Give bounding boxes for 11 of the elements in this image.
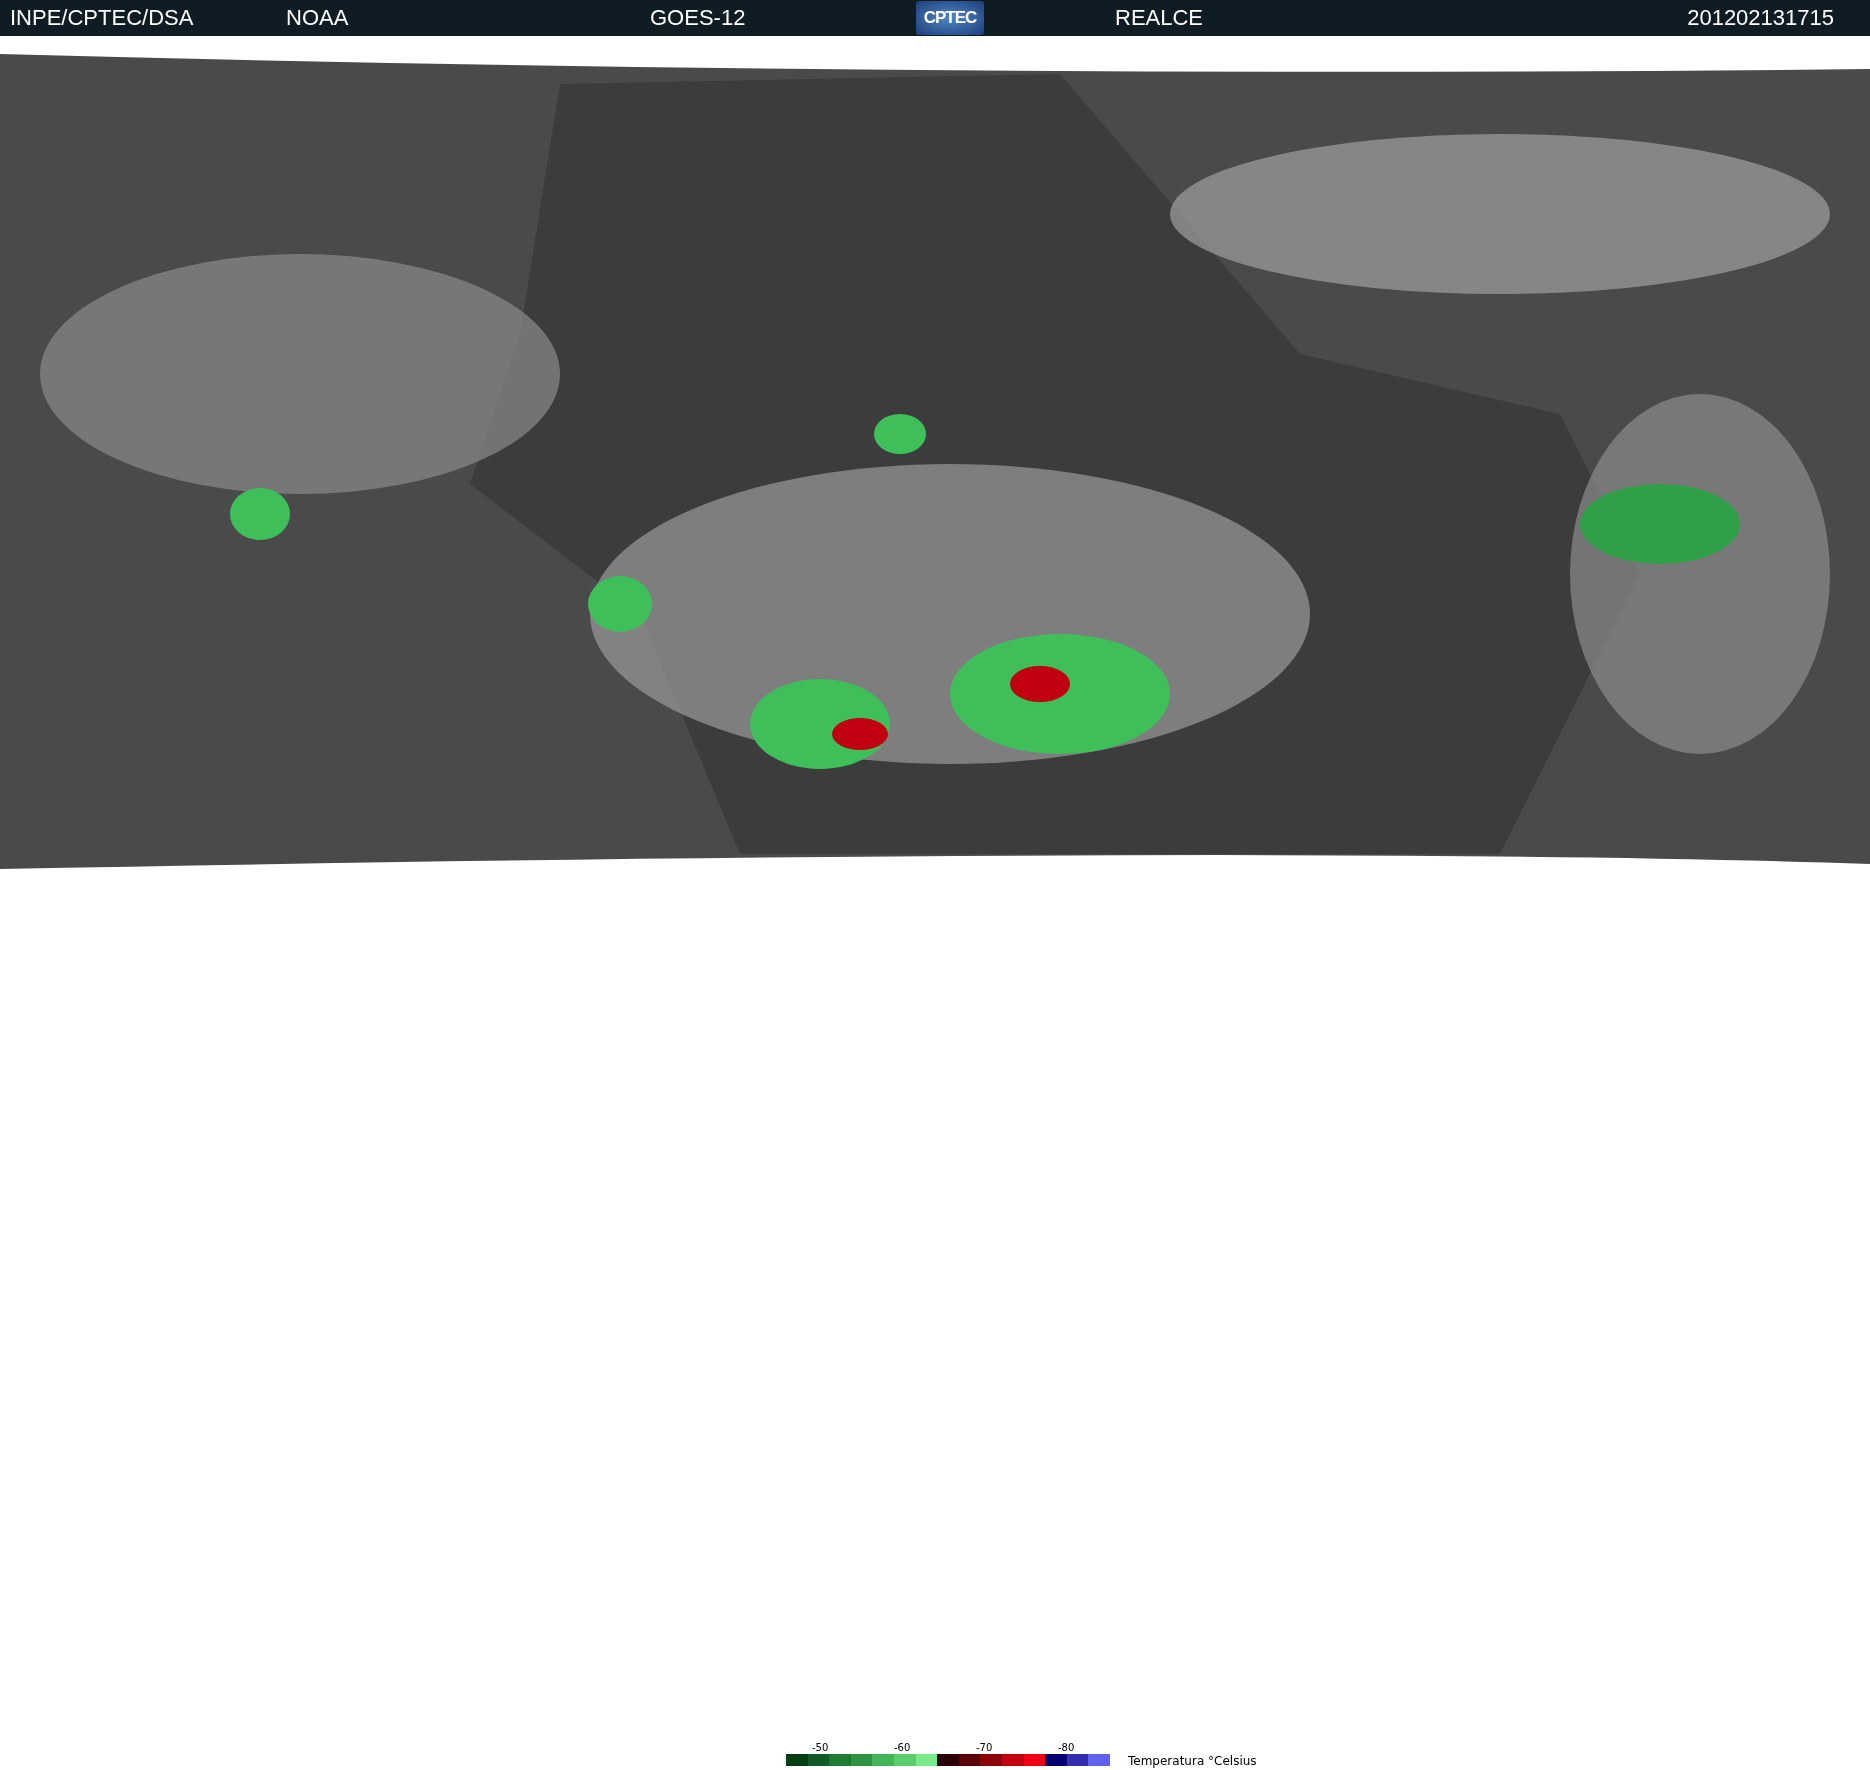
header-label: NOAA bbox=[286, 5, 349, 31]
legend-tick: -70 bbox=[976, 1742, 993, 1753]
legend-tick: -80 bbox=[1058, 1742, 1075, 1753]
legend-title: Temperatura °Celsius bbox=[1128, 1754, 1257, 1768]
header-label: GOES-12 bbox=[650, 5, 746, 31]
legend-tick: -50 bbox=[812, 1742, 829, 1753]
header-label: INPE/CPTEC/DSA bbox=[10, 5, 194, 31]
legend-tick: -60 bbox=[894, 1742, 911, 1753]
header-label: REALCE bbox=[1115, 5, 1204, 31]
timestamp: 201202131715 bbox=[1687, 5, 1834, 31]
logo: CPTEC bbox=[916, 1, 984, 35]
